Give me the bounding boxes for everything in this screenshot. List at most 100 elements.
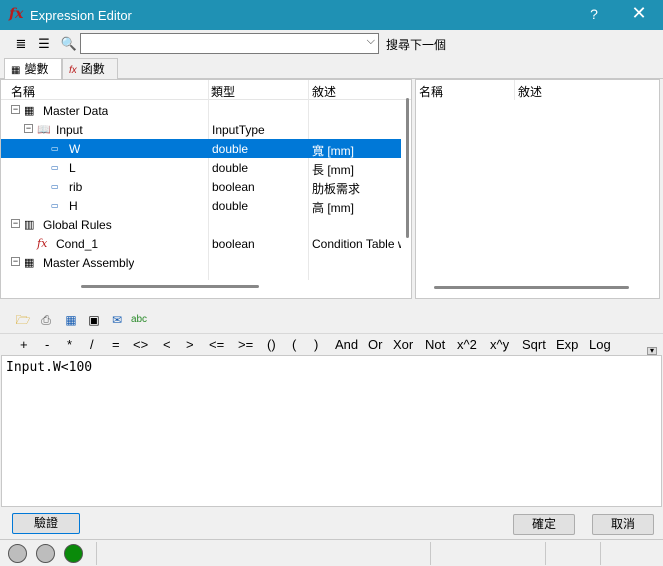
overflow-chevron-icon[interactable]: ▾ [647, 347, 657, 355]
op-equals[interactable]: = [112, 337, 120, 352]
rules-icon: ▥ [24, 219, 35, 231]
tree-row[interactable]: ▭ rib boolean 肋板需求 [1, 177, 401, 196]
row-name: rib [69, 180, 83, 194]
tab-functions[interactable]: fx 函數 [62, 58, 118, 79]
op-xor[interactable]: Xor [393, 337, 413, 352]
row-type: double [212, 161, 249, 175]
tab-bar: ▦ 變數 fx 函數 [0, 57, 663, 79]
collapse-icon[interactable]: − [11, 219, 20, 228]
op-or[interactable]: Or [368, 337, 382, 352]
list-icon[interactable]: ≣ [12, 35, 30, 53]
tree-row[interactable]: ▭ H double 高 [mm] [1, 196, 401, 215]
collapse-icon[interactable]: − [11, 105, 20, 114]
row-type: boolean [212, 180, 255, 194]
column-name[interactable]: 名稱 [11, 83, 35, 100]
ok-button[interactable]: 確定 [513, 514, 575, 535]
op-and[interactable]: And [335, 337, 358, 352]
vertical-scrollbar[interactable] [406, 98, 409, 238]
op-close-paren[interactable]: ) [314, 337, 318, 352]
open-folder-icon[interactable]: 🗁 [14, 311, 32, 329]
tree-row[interactable]: fx Cond_1 boolean Condition Table w [1, 234, 401, 253]
column-description[interactable]: 敘述 [518, 83, 542, 100]
status-led-1 [8, 544, 27, 563]
tree-row[interactable]: ▭ L double 長 [mm] [1, 158, 401, 177]
row-name: Global Rules [43, 218, 112, 232]
row-description: 高 [mm] [312, 201, 354, 215]
table-icon[interactable]: ▦ [62, 311, 80, 329]
horizontal-scrollbar[interactable] [434, 286, 629, 289]
expression-editor[interactable]: Input.W<100 [1, 355, 662, 507]
details-panel: 名稱 敘述 [415, 79, 660, 299]
op-divide[interactable]: / [90, 337, 94, 352]
data-table-icon: ▦ [24, 257, 35, 269]
tree-header: 名稱 類型 敘述 [1, 80, 411, 100]
variable-icon: ▭ [51, 182, 59, 191]
help-button[interactable]: ? [582, 6, 606, 26]
column-description[interactable]: 敘述 [312, 83, 336, 100]
op-greater-equal[interactable]: >= [238, 337, 253, 352]
tab-variables[interactable]: ▦ 變數 [4, 58, 62, 79]
tree-row-selected[interactable]: ▭ W double 寬 [mm] [1, 139, 401, 158]
row-type: boolean [212, 237, 255, 251]
op-not-equal[interactable]: <> [133, 337, 148, 352]
operator-bar: + - * / = <> < > <= >= () ( ) And Or Xor… [0, 333, 663, 355]
collapse-icon[interactable]: − [11, 257, 20, 266]
row-name: Cond_1 [56, 237, 99, 251]
op-open-paren[interactable]: ( [292, 337, 296, 352]
magnifier-icon[interactable]: 🔍 [60, 35, 78, 53]
window-title: Expression Editor [30, 8, 132, 23]
status-led-2 [36, 544, 55, 563]
op-power[interactable]: x^y [490, 337, 509, 352]
tree-row[interactable]: − 📖 Input InputType [1, 120, 401, 139]
data-table-icon: ▦ [24, 105, 35, 117]
tree-row[interactable]: − ▥ Global Rules [1, 215, 401, 234]
op-minus[interactable]: - [45, 337, 49, 352]
tree-icon[interactable]: ☰ [35, 35, 53, 53]
variable-icon: ▭ [51, 201, 59, 210]
grid-icon[interactable]: ▣ [85, 311, 103, 329]
chevron-down-icon[interactable]: ⌵ [367, 35, 375, 48]
op-less-equal[interactable]: <= [209, 337, 224, 352]
column-name[interactable]: 名稱 [419, 83, 443, 100]
op-plus[interactable]: + [20, 337, 28, 352]
op-less-than[interactable]: < [163, 337, 171, 352]
op-log[interactable]: Log [589, 337, 611, 352]
tab-functions-label: 函數 [80, 62, 105, 76]
print-icon[interactable]: ⎙ [37, 311, 55, 329]
search-next-button[interactable]: 搜尋下一個 [386, 36, 446, 53]
row-description: Condition Table w [312, 237, 401, 251]
op-square[interactable]: x^2 [457, 337, 477, 352]
fx-icon: fx [9, 6, 24, 22]
tree-row[interactable]: − ▦ Master Assembly [1, 253, 401, 272]
fx-icon: fx [37, 237, 48, 250]
variables-tree: 名稱 類型 敘述 − ▦ Master Data − 📖 Input Input… [0, 79, 412, 299]
check-icon[interactable]: ✉ [108, 311, 126, 329]
collapse-icon[interactable]: − [24, 124, 33, 133]
horizontal-scrollbar[interactable] [81, 285, 259, 288]
tab-variables-label: 變數 [24, 62, 49, 76]
close-button[interactable]: ✕ [624, 3, 654, 27]
row-type: InputType [212, 123, 265, 137]
book-icon: 📖 [37, 124, 51, 136]
validate-button[interactable]: 驗證 [12, 513, 80, 534]
variable-icon: ▭ [51, 144, 59, 153]
row-name: Input [56, 123, 83, 137]
row-name: W [69, 142, 81, 156]
row-description: 寬 [mm] [312, 144, 354, 158]
cancel-button[interactable]: 取消 [592, 514, 654, 535]
op-sqrt[interactable]: Sqrt [522, 337, 546, 352]
row-description: 長 [mm] [312, 163, 354, 177]
search-input[interactable]: ⌵ [80, 33, 379, 54]
op-parens[interactable]: () [267, 337, 276, 352]
column-type[interactable]: 類型 [211, 83, 235, 100]
spellcheck-icon[interactable]: abc [130, 311, 148, 329]
op-not[interactable]: Not [425, 337, 445, 352]
op-multiply[interactable]: * [67, 337, 72, 352]
variable-icon: ▦ [11, 65, 21, 76]
title-bar: fx Expression Editor ? ✕ [0, 0, 663, 30]
tree-row[interactable]: − ▦ Master Data [1, 101, 401, 120]
op-greater-than[interactable]: > [186, 337, 194, 352]
variable-icon: ▭ [51, 163, 59, 172]
op-exp[interactable]: Exp [556, 337, 578, 352]
panel-splitter[interactable] [0, 299, 663, 308]
